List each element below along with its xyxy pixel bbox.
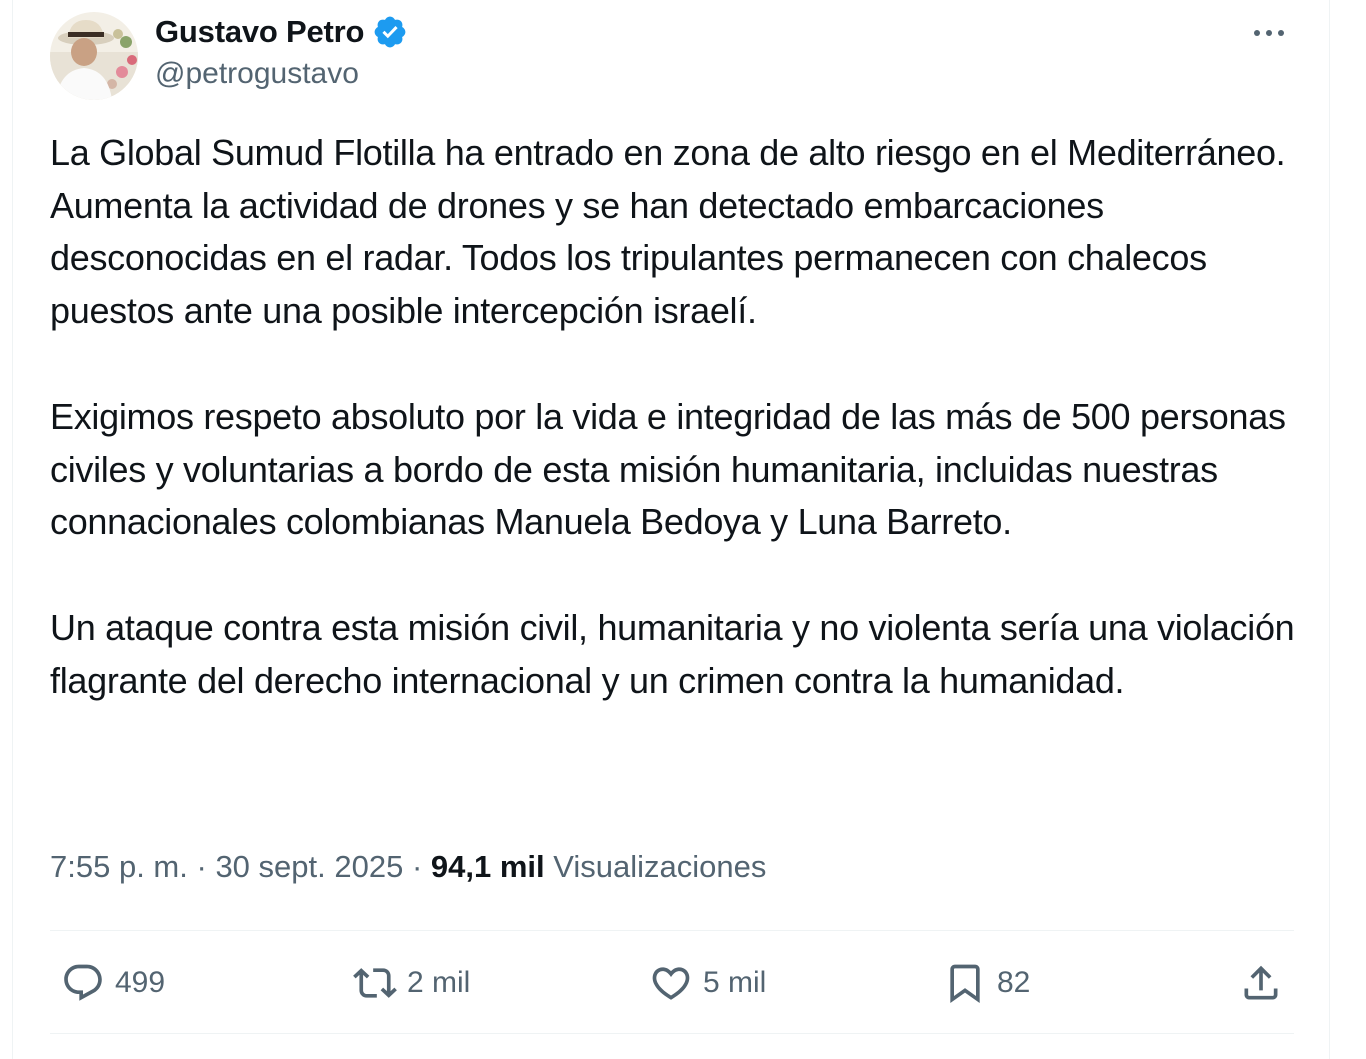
- share-icon: [1244, 965, 1278, 1000]
- reply-icon: [64, 964, 102, 1001]
- meta-separator: ·: [196, 849, 207, 884]
- reply-button[interactable]: 499: [61, 959, 165, 1007]
- divider: [50, 1033, 1294, 1034]
- like-count: 5 mil: [703, 966, 767, 999]
- like-button[interactable]: 5 mil: [649, 959, 766, 1007]
- tweet-time[interactable]: 7:55 p. m.: [50, 849, 188, 884]
- tweet-paragraph: Exigimos respeto absoluto por la vida e …: [50, 395, 1286, 543]
- bookmark-button[interactable]: 82: [943, 959, 1030, 1007]
- tweet-paragraph: Un ataque contra esta misión civil, huma…: [50, 606, 1295, 701]
- bookmark-count: 82: [997, 966, 1031, 999]
- reply-count: 499: [115, 966, 166, 999]
- tweet-date[interactable]: 30 sept. 2025: [215, 849, 403, 884]
- views-label: Visualizaciones: [553, 849, 767, 884]
- repost-icon: [353, 968, 397, 998]
- author-handle[interactable]: @petrogustavo: [155, 57, 359, 91]
- more-options-icon[interactable]: [1249, 17, 1289, 49]
- avatar-photo: [50, 12, 138, 100]
- avatar[interactable]: [50, 12, 138, 100]
- tweet-card: Gustavo Petro @petrogustavo La Global Su…: [12, 0, 1330, 1059]
- tweet-paragraph: La Global Sumud Flotilla ha entrado en z…: [50, 132, 1286, 332]
- author-name-row: Gustavo Petro: [155, 11, 408, 53]
- bookmark-icon: [950, 964, 980, 1004]
- meta-separator: ·: [411, 849, 423, 884]
- heart-icon: [652, 967, 690, 1000]
- divider: [50, 930, 1294, 931]
- display-name[interactable]: Gustavo Petro: [155, 14, 364, 50]
- share-button[interactable]: [1239, 959, 1283, 1007]
- views-count: 94,1 mil: [430, 849, 545, 884]
- repost-button[interactable]: 2 mil: [353, 959, 470, 1007]
- repost-count: 2 mil: [407, 966, 471, 999]
- verified-badge-icon[interactable]: [372, 14, 408, 50]
- tweet-text: La Global Sumud Flotilla ha entrado en z…: [50, 127, 1310, 760]
- tweet-meta: 7:55 p. m. · 30 sept. 2025 · 94,1 mil Vi…: [50, 849, 766, 885]
